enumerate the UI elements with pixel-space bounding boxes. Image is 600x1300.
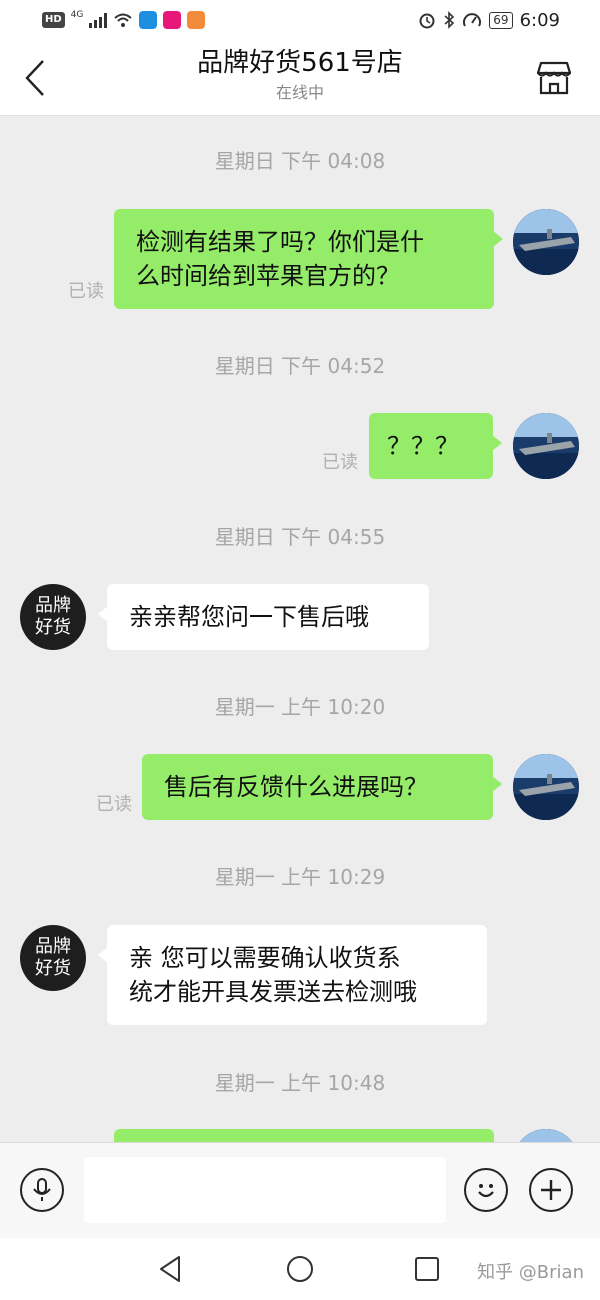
watermark: 知乎 @Brian bbox=[477, 1262, 584, 1283]
message-line: 么时间给到苹果官方的？ bbox=[136, 262, 400, 290]
message-bubble-received[interactable]: 亲 您可以需要确认收货系 统才能开具发票送去检测哦 bbox=[98, 925, 487, 1025]
smiley-icon bbox=[478, 1184, 494, 1198]
message-line: 亲 您可以需要确认收货系 bbox=[129, 944, 401, 972]
clock: 6:09 bbox=[519, 9, 560, 31]
shop-avatar-text: 好货 bbox=[35, 617, 71, 638]
online-status: 在线中 bbox=[275, 83, 324, 102]
title-block: 品牌好货561号店 在线中 bbox=[0, 44, 600, 104]
plus-icon bbox=[541, 1180, 561, 1200]
nav-home-button[interactable] bbox=[283, 1252, 317, 1286]
status-bar: HD 4G 69 6:09 bbox=[0, 0, 600, 40]
aircraft-carrier-avatar-icon bbox=[513, 754, 579, 820]
read-receipt: 已读 bbox=[68, 281, 104, 302]
hd-icon: HD bbox=[42, 12, 65, 28]
aircraft-carrier-avatar-icon bbox=[513, 1129, 579, 1142]
shop-avatar-text: 品牌 bbox=[35, 595, 71, 616]
timestamp: 星期日 下午 04:52 bbox=[214, 354, 386, 378]
timestamp: 星期日 下午 04:55 bbox=[214, 525, 386, 549]
message-line: 售后有反馈什么进展吗？ bbox=[164, 773, 428, 801]
message-line: ？？？ bbox=[387, 432, 459, 460]
network-type-label: 4G bbox=[70, 10, 84, 20]
my-avatar[interactable] bbox=[513, 754, 579, 820]
square-recents-icon bbox=[415, 1257, 439, 1281]
status-left: HD 4G bbox=[42, 10, 206, 30]
my-avatar[interactable] bbox=[513, 209, 579, 275]
message-input[interactable] bbox=[84, 1157, 446, 1223]
shop-avatar-text: 品牌 bbox=[35, 936, 71, 957]
read-receipt: 已读 bbox=[322, 452, 358, 473]
battery-icon: 69 bbox=[489, 11, 513, 29]
speed-meter-icon bbox=[463, 13, 482, 27]
triangle-back-icon bbox=[160, 1256, 180, 1282]
circle-home-icon bbox=[287, 1256, 313, 1282]
timestamp: 星期一 上午 10:29 bbox=[214, 865, 386, 889]
message-bubble-sent[interactable]: ？？？ bbox=[369, 413, 502, 479]
timestamp: 星期一 上午 10:48 bbox=[214, 1071, 386, 1095]
more-button[interactable] bbox=[529, 1168, 573, 1212]
bluetooth-icon bbox=[444, 11, 455, 29]
chat-header: 品牌好货561号店 在线中 bbox=[0, 40, 600, 116]
emoji-button[interactable] bbox=[464, 1168, 508, 1212]
my-avatar[interactable] bbox=[513, 1129, 579, 1142]
microphone-icon bbox=[33, 1178, 51, 1201]
message-bubble-sent[interactable]: 售后有反馈什么进展吗？ bbox=[142, 754, 502, 820]
message-line: 检测有结果了吗？你们是什 bbox=[136, 228, 424, 256]
message-bubble-sent-partial[interactable] bbox=[114, 1129, 494, 1142]
aircraft-carrier-avatar-icon bbox=[513, 413, 579, 479]
app-notification-icon-2 bbox=[163, 11, 182, 29]
nav-back-button[interactable] bbox=[153, 1252, 187, 1286]
timestamp: 星期一 上午 10:20 bbox=[214, 695, 386, 719]
shop-avatar[interactable]: 品牌 好货 bbox=[20, 925, 86, 991]
system-nav-bar: 知乎 @Brian bbox=[0, 1238, 600, 1300]
page-title: 品牌好货561号店 bbox=[197, 48, 403, 78]
status-right: 69 6:09 bbox=[418, 9, 560, 31]
nav-recents-button[interactable] bbox=[410, 1252, 444, 1286]
input-bar bbox=[0, 1142, 600, 1238]
my-avatar[interactable] bbox=[513, 413, 579, 479]
signal-icon bbox=[89, 12, 108, 28]
message-line: 统才能开具发票送去检测哦 bbox=[129, 978, 417, 1006]
wifi-icon bbox=[114, 13, 133, 27]
message-bubble-sent[interactable]: 检测有结果了吗？你们是什 么时间给到苹果官方的？ bbox=[114, 209, 503, 309]
storefront-icon bbox=[536, 61, 572, 95]
alarm-icon bbox=[419, 13, 435, 29]
app-notification-icon-1 bbox=[139, 11, 158, 29]
message-bubble-received[interactable]: 亲亲帮您问一下售后哦 bbox=[98, 584, 429, 650]
app-notification-icon-3 bbox=[187, 11, 206, 29]
shop-avatar[interactable]: 品牌 好货 bbox=[20, 584, 86, 650]
shop-avatar-text: 好货 bbox=[35, 958, 71, 979]
chat-area[interactable]: 星期日 下午 04:08 已读 检测有结果了吗？你们是什 么时间给到苹果官方的？… bbox=[0, 117, 600, 1142]
voice-button[interactable] bbox=[20, 1168, 64, 1212]
read-receipt: 已读 bbox=[96, 794, 132, 815]
aircraft-carrier-avatar-icon bbox=[513, 209, 579, 275]
message-line: 亲亲帮您问一下售后哦 bbox=[129, 603, 369, 631]
shop-button[interactable] bbox=[534, 58, 574, 98]
timestamp: 星期日 下午 04:08 bbox=[214, 149, 386, 173]
